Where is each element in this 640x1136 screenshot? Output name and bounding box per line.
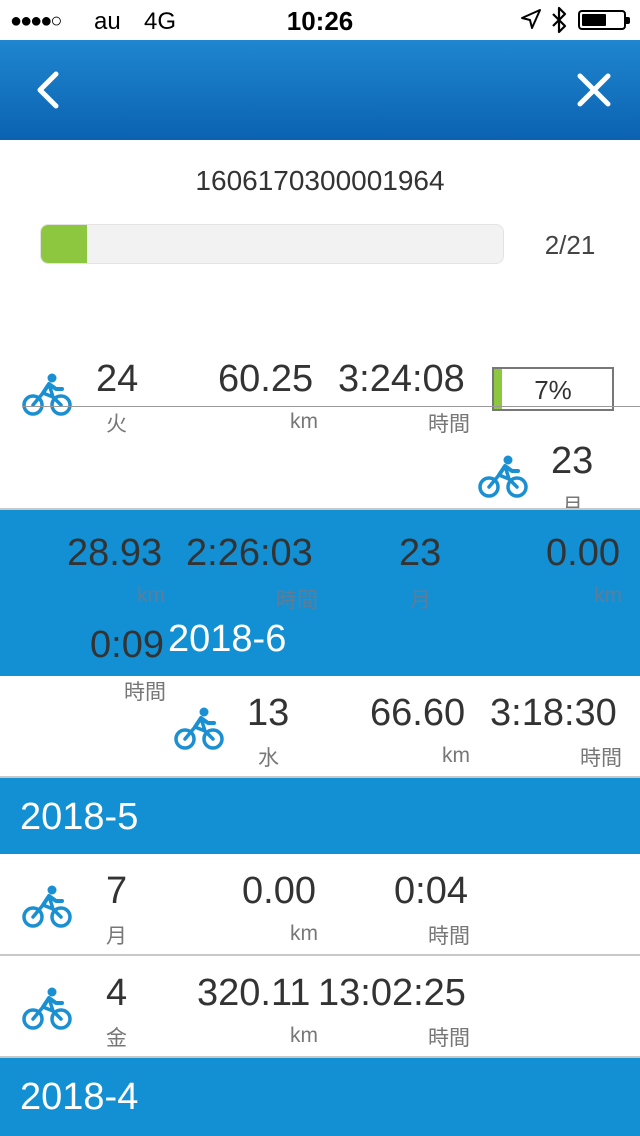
status-bar: ●●●●○ au 4G 10:26 [0, 0, 640, 40]
bicycle-icon [22, 372, 72, 416]
distance-unit: km [594, 584, 622, 607]
activity-duration: 2:26:03 [186, 532, 313, 574]
chevron-left-icon[interactable] [34, 70, 62, 110]
activity-duration: 3:24:08 [338, 358, 465, 400]
distance-unit: km [442, 744, 470, 767]
activity-day: 7 [106, 870, 128, 912]
upload-progress: 7% [492, 367, 614, 411]
activity-duration: 0:04 [394, 870, 468, 912]
activity-day: 24 [96, 358, 139, 400]
duration-unit: 時間 [580, 747, 622, 770]
location-arrow-icon [521, 9, 541, 29]
activity-weekday: 月 [410, 589, 431, 612]
duration-unit: 時間 [428, 1027, 470, 1050]
activity-distance: 0.00 [546, 532, 620, 574]
activity-weekday: 火 [106, 413, 127, 436]
activity-day: 23 [551, 440, 594, 482]
device-id: 1606170300001964 [195, 165, 445, 196]
close-icon[interactable] [576, 72, 612, 108]
bluetooth-icon [552, 6, 567, 34]
activity-row-7[interactable] [0, 854, 640, 954]
upload-percent: 7% [534, 375, 572, 405]
activity-distance: 0.00 [242, 870, 316, 912]
distance-unit: km [137, 584, 165, 607]
activity-duration: 0:09 [90, 624, 164, 666]
month-label: 2018-5 [20, 796, 139, 838]
duration-unit: 時間 [276, 589, 318, 612]
sync-progress-count: 2/21 [544, 230, 596, 260]
nav-header [0, 40, 640, 140]
sync-progress-bar [40, 224, 504, 264]
month-label: 2018-4 [20, 1076, 139, 1118]
activity-weekday: 月 [106, 925, 127, 948]
activity-day: 23 [399, 532, 442, 574]
duration-unit: 時間 [428, 925, 470, 948]
activity-distance: 66.60 [370, 692, 466, 734]
battery-icon [578, 10, 630, 30]
activity-distance: 320.11 [197, 972, 311, 1014]
activity-weekday: 金 [106, 1027, 127, 1050]
distance-unit: km [290, 410, 318, 433]
distance-unit: km [290, 922, 318, 945]
duration-unit: 時間 [428, 413, 470, 436]
month-label: 2018-6 [168, 618, 287, 660]
distance-unit: km [290, 1024, 318, 1047]
bicycle-icon [174, 706, 224, 750]
bicycle-icon [478, 454, 528, 498]
activity-day: 13 [247, 692, 290, 734]
sync-progress-fill [41, 225, 88, 263]
activity-distance: 60.25 [218, 358, 314, 400]
activity-distance: 28.93 [67, 532, 163, 574]
activity-weekday: 水 [258, 747, 279, 770]
status-time: 10:26 [286, 6, 354, 36]
bicycle-icon [22, 986, 72, 1030]
activity-day: 4 [106, 972, 128, 1014]
bicycle-icon [22, 884, 72, 928]
activity-duration: 13:02:25 [318, 972, 466, 1014]
activity-duration: 3:18:30 [490, 692, 617, 734]
row-divider [22, 406, 640, 407]
